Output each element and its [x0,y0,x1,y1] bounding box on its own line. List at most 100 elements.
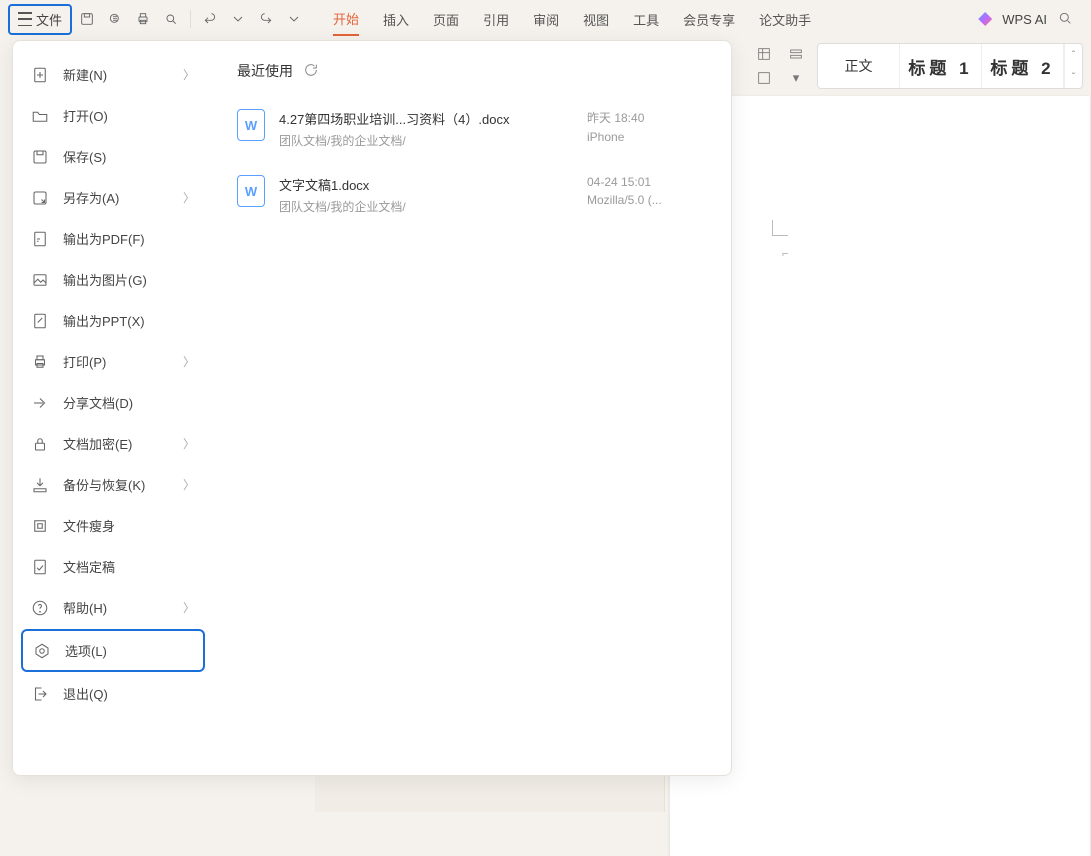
style-item-1[interactable]: 标题 1 [900,44,982,88]
page-margin-glyph: ⌐ [782,248,788,260]
print-icon [31,353,49,371]
qat-redo-icon[interactable] [253,6,279,32]
file-menu-item-backup[interactable]: 备份与恢复(K)〉 [21,465,205,504]
file-menu-item-label: 文档定稿 [63,557,115,576]
file-menu-item-options[interactable]: 选项(L) [21,629,205,672]
file-menu-item-label: 文档加密(E) [63,434,132,453]
tab-6[interactable]: 工具 [633,4,659,35]
chevron-right-icon: 〉 [183,353,195,370]
pdf-icon [31,230,49,248]
file-menu-sidebar: 新建(N)〉打开(O)保存(S)另存为(A)〉输出为PDF(F)输出为图片(G)… [13,41,213,775]
chevron-right-icon: 〉 [183,476,195,493]
wps-ai-label[interactable]: WPS AI [1002,12,1047,27]
qat-undo-icon[interactable] [197,6,223,32]
file-menu-item-slim[interactable]: 文件瘦身 [21,506,205,545]
qat-undo-more-icon[interactable] [225,6,251,32]
file-menu-item-label: 帮助(H) [63,598,107,617]
file-menu-item-img[interactable]: 输出为图片(G) [21,260,205,299]
options-icon [33,642,51,660]
file-menu-item-label: 新建(N) [63,65,107,84]
tab-3[interactable]: 引用 [483,4,509,35]
file-menu-item-help[interactable]: 帮助(H) 〉 [21,588,205,627]
file-menu-item-label: 输出为PDF(F) [63,229,145,248]
file-menu-item-label: 打开(O) [63,106,108,125]
file-menu-item-share[interactable]: 分享文档(D) [21,383,205,422]
top-right-tools: WPS AI [978,10,1083,29]
help-icon [31,599,49,617]
chevron-right-icon: 〉 [183,66,195,83]
recent-file-row[interactable]: 4.27第四场职业培训...习资料（4）.docx团队文档/我的企业文档/昨天 … [237,101,707,167]
file-menu-item-label: 分享文档(D) [63,393,133,412]
qat-redo-more-icon[interactable] [281,6,307,32]
top-toolbar: 文件 开始插入页面引用审阅视图工具会员专享论文助手 WPS AI [0,0,1091,38]
recent-file-name: 文字文稿1.docx [279,175,573,194]
recent-file-origin: iPhone [587,130,707,144]
file-menu-item-new[interactable]: 新建(N) 〉 [21,55,205,94]
style-item-0[interactable]: 正文 [818,44,900,88]
document-page[interactable] [670,96,1090,856]
file-menu-item-label: 打印(P) [63,352,106,371]
recent-file-path: 团队文档/我的企业文档/ [279,198,573,215]
ribbon-icon-c[interactable] [785,45,807,63]
search-icon[interactable] [1057,10,1073,29]
recent-file-name: 4.27第四场职业培训...习资料（4）.docx [279,109,573,128]
wps-ai-icon [978,12,992,26]
tab-2[interactable]: 页面 [433,4,459,35]
backup-icon [31,476,49,494]
saveas-icon [31,189,49,207]
file-menu-item-label: 文件瘦身 [63,516,115,535]
tab-0[interactable]: 开始 [333,3,359,36]
recent-file-time: 04-24 15:01 [587,175,707,189]
tab-5[interactable]: 视图 [583,4,609,35]
qat-print-icon[interactable] [130,6,156,32]
file-menu-item-label: 输出为图片(G) [63,270,147,289]
style-gallery: 正文标题 1标题 2ˆˇ [817,43,1083,89]
file-menu-item-save[interactable]: 保存(S) [21,137,205,176]
recent-files-pane: 最近使用 4.27第四场职业培训...习资料（4）.docx 团队文档/我的企业文… [213,41,731,775]
tab-7[interactable]: 会员专享 [683,4,735,35]
file-menu-item-exit[interactable]: 退出(Q) [21,674,205,713]
tab-4[interactable]: 审阅 [533,4,559,35]
file-menu-item-label: 退出(Q) [63,684,108,703]
file-menu-item-ppt[interactable]: 输出为PPT(X) [21,301,205,340]
word-doc-icon [237,175,265,207]
file-menu-item-open[interactable]: 打开(O) [21,96,205,135]
file-menu-item-final[interactable]: 文档定稿 [21,547,205,586]
qat-print-preview-icon[interactable] [102,6,128,32]
qat-save-icon[interactable] [74,6,100,32]
file-menu-item-label: 选项(L) [65,641,107,660]
file-menu-item-saveas[interactable]: 另存为(A)〉 [21,178,205,217]
share-icon [31,394,49,412]
lock-icon [31,435,49,453]
ppt-icon [31,312,49,330]
chevron-right-icon: 〉 [183,435,195,452]
file-menu-item-label: 输出为PPT(X) [63,311,145,330]
qat-find-icon[interactable] [158,6,184,32]
ribbon-icon-b[interactable] [753,69,775,87]
qat-separator [190,10,191,28]
open-icon [31,107,49,125]
file-menu-item-print[interactable]: 打印(P) 〉 [21,342,205,381]
file-menu-button[interactable]: 文件 [8,4,72,35]
page-margin-marker [772,220,788,236]
ribbon-icon-d[interactable]: ▾ [785,69,807,87]
chevron-right-icon: 〉 [183,189,195,206]
tab-8[interactable]: 论文助手 [759,4,811,35]
style-item-2[interactable]: 标题 2 [982,44,1064,88]
recent-file-row[interactable]: 文字文稿1.docx团队文档/我的企业文档/04-24 15:01Mozilla… [237,167,707,233]
exit-icon [31,685,49,703]
style-gallery-more[interactable]: ˆˇ [1064,44,1082,88]
recent-title: 最近使用 [237,61,293,81]
file-menu-item-lock[interactable]: 文档加密(E) 〉 [21,424,205,463]
refresh-icon[interactable] [303,62,319,81]
file-menu-label: 文件 [36,10,62,29]
chevron-right-icon: 〉 [183,599,195,616]
ribbon-icon-a[interactable] [753,45,775,63]
hamburger-icon [18,12,32,26]
word-doc-icon [237,109,265,141]
final-icon [31,558,49,576]
img-icon [31,271,49,289]
file-menu-item-pdf[interactable]: 输出为PDF(F) [21,219,205,258]
tab-1[interactable]: 插入 [383,4,409,35]
recent-file-path: 团队文档/我的企业文档/ [279,132,573,149]
